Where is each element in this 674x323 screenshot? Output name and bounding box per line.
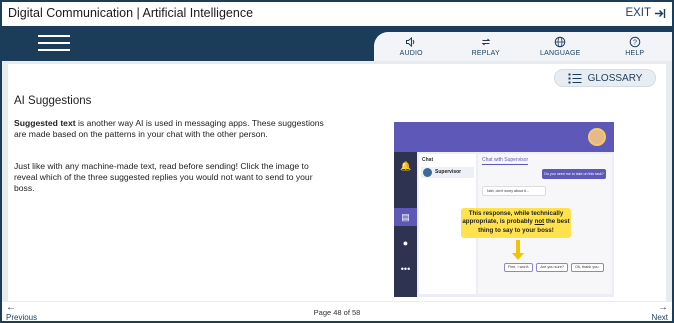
glossary-label: GLOSSARY bbox=[587, 72, 643, 84]
app-title: Digital Communication | Artificial Intel… bbox=[8, 6, 254, 20]
replay-button[interactable]: REPLAY bbox=[449, 32, 524, 61]
exit-icon bbox=[655, 8, 666, 18]
language-button[interactable]: LANGUAGE bbox=[523, 32, 598, 61]
exit-button[interactable]: EXIT bbox=[625, 7, 666, 19]
callout-arrow-head bbox=[512, 253, 524, 260]
replay-label: REPLAY bbox=[471, 50, 500, 57]
team-icon: ● bbox=[402, 238, 409, 248]
bell-icon: 🔔 bbox=[400, 161, 412, 171]
course-window: Digital Communication | Artificial Intel… bbox=[0, 0, 674, 323]
replay-icon bbox=[481, 38, 491, 46]
glossary-button[interactable]: GLOSSARY bbox=[554, 69, 656, 87]
sent-message: Do you need me to take on this task? bbox=[542, 169, 606, 179]
menu-button[interactable] bbox=[38, 33, 70, 53]
chat-list-header: Chat bbox=[422, 157, 434, 163]
help-label: HELP bbox=[625, 50, 645, 57]
title-bar: Digital Communication | Artificial Intel… bbox=[2, 2, 672, 26]
user-avatar bbox=[588, 128, 606, 146]
chat-pane-title: Chat with Supervisor bbox=[482, 157, 529, 165]
intro-term: Suggested text bbox=[14, 118, 76, 128]
suggested-reply: Fine, I won't. bbox=[504, 263, 534, 272]
audio-button[interactable]: AUDIO bbox=[374, 32, 449, 61]
page-indicator: Page 48 of 58 bbox=[313, 308, 361, 317]
speaker-icon bbox=[406, 36, 415, 48]
nav-tools: AUDIO REPLAY LANGUAGE ? HELP bbox=[374, 32, 672, 61]
help-icon: ? bbox=[629, 36, 641, 48]
footer-bar: ← Previous Page 48 of 58 → Next bbox=[2, 302, 672, 322]
content-panel: GLOSSARY AI Suggestions Suggested text i… bbox=[8, 64, 666, 301]
exit-label: EXIT bbox=[625, 7, 651, 19]
image-app-header bbox=[394, 122, 614, 152]
received-message: Nah, don't worry about it... bbox=[482, 186, 546, 196]
globe-icon bbox=[554, 36, 566, 48]
more-icon: ••• bbox=[400, 264, 411, 274]
menu-icon bbox=[38, 35, 70, 37]
callout-note: This response, while technically appropr… bbox=[461, 208, 571, 238]
next-button[interactable]: → Next bbox=[652, 303, 668, 322]
help-button[interactable]: ? HELP bbox=[598, 32, 673, 61]
intro-paragraph: Suggested text is another way AI is used… bbox=[14, 118, 334, 140]
instruction-paragraph: Just like with any machine-made text, re… bbox=[14, 161, 313, 193]
list-icon bbox=[568, 73, 582, 83]
chat-example-image[interactable]: 🔔 ▤ ● ••• Chat Supervisor Chat with Supe… bbox=[394, 122, 614, 297]
page-title: AI Suggestions bbox=[14, 95, 92, 107]
arrow-right-icon: → bbox=[658, 302, 668, 313]
suggested-replies: Fine, I won't. Are you sure? Ok, thank y… bbox=[504, 263, 604, 272]
suggested-reply: Are you sure? bbox=[536, 263, 569, 272]
audio-label: AUDIO bbox=[399, 50, 423, 57]
image-app-sidebar: 🔔 ▤ ● ••• bbox=[394, 152, 417, 297]
chat-bubble-icon: ▤ bbox=[401, 212, 410, 222]
language-label: LANGUAGE bbox=[540, 50, 581, 57]
svg-text:?: ? bbox=[633, 39, 637, 46]
next-label: Next bbox=[651, 313, 668, 322]
suggested-reply: Ok, thank you. bbox=[571, 263, 604, 272]
nav-bar: AUDIO REPLAY LANGUAGE ? HELP bbox=[2, 26, 672, 61]
contact-avatar bbox=[423, 168, 432, 177]
callout-emphasis: not bbox=[534, 218, 545, 226]
chat-contact-row: Supervisor bbox=[421, 167, 474, 178]
contact-name: Supervisor bbox=[435, 169, 462, 175]
